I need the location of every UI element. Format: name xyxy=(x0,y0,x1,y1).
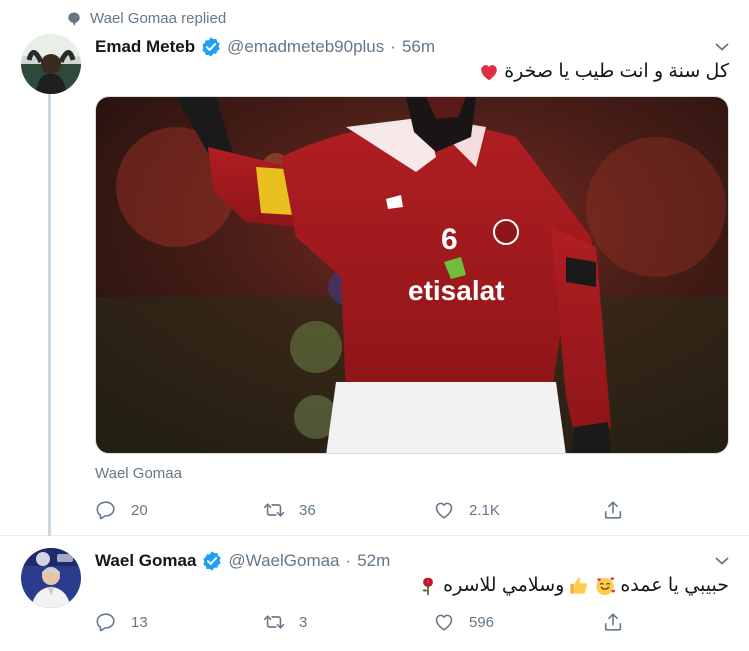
share-button[interactable] xyxy=(602,499,624,521)
player-photo: 6 etisalat xyxy=(96,97,728,453)
tweet-header: Wael Gomaa @WaelGomaa · 52m xyxy=(95,550,390,572)
retweet-icon xyxy=(263,503,285,517)
jersey-number: 6 xyxy=(441,223,458,256)
reply-count: 20 xyxy=(131,501,148,519)
chevron-down-icon[interactable] xyxy=(713,552,731,570)
reply-button[interactable]: 20 xyxy=(95,499,148,521)
display-name[interactable]: Wael Gomaa xyxy=(95,551,196,571)
timestamp[interactable]: 56m xyxy=(402,37,435,57)
retweet-count: 3 xyxy=(299,613,308,631)
retweet-icon xyxy=(263,615,285,629)
heart-outline-icon xyxy=(435,502,453,519)
like-count: 596 xyxy=(469,613,495,631)
tweet-actions: 20 36 2.1K xyxy=(95,499,635,523)
verified-badge-icon xyxy=(203,551,222,571)
tweet-emad-meteb[interactable]: Wael Gomaa replied Emad Meteb @emadmeteb… xyxy=(0,0,749,542)
tweet-text: حبيبي يا عمده وسلامي للاسره xyxy=(417,574,729,597)
retweet-button[interactable]: 3 xyxy=(263,611,307,633)
like-button[interactable]: 596 xyxy=(433,611,494,633)
separator-dot: · xyxy=(390,37,396,56)
reply-button[interactable]: 13 xyxy=(95,611,148,633)
tweet-wael-gomaa[interactable]: Wael Gomaa @WaelGomaa · 52m حبيبي يا عمد… xyxy=(0,536,749,651)
thread-connector xyxy=(48,94,51,542)
tweet-header: Emad Meteb @emadmeteb90plus · 56m xyxy=(95,36,435,58)
reply-icon xyxy=(96,613,115,632)
rose-icon xyxy=(422,577,433,595)
tweet-text-content-2: وسلامي للاسره xyxy=(443,575,565,596)
smiling-face-with-hearts-icon xyxy=(596,576,616,595)
tweet-media-photo[interactable]: 6 etisalat xyxy=(95,96,729,454)
share-icon xyxy=(604,613,622,631)
tweet-text-content: كل سنة و انت طيب يا صخرة xyxy=(504,61,729,82)
social-context[interactable]: Wael Gomaa replied xyxy=(66,10,226,27)
separator-dot: · xyxy=(345,551,352,570)
share-icon xyxy=(604,501,622,519)
avatar-emad-meteb[interactable] xyxy=(21,34,81,94)
share-button[interactable] xyxy=(602,611,624,633)
chevron-down-icon[interactable] xyxy=(713,38,731,56)
avatar-image xyxy=(21,34,81,94)
thumbs-up-icon xyxy=(570,577,588,594)
like-button[interactable]: 2.1K xyxy=(433,499,500,521)
retweet-count: 36 xyxy=(299,501,316,519)
heart-outline-icon xyxy=(435,614,453,631)
sponsor-logo-text: etisalat xyxy=(408,275,505,306)
avatar-image xyxy=(21,548,81,608)
tweet-actions: 13 3 596 xyxy=(95,611,635,635)
reply-count: 13 xyxy=(131,613,148,631)
timeline: Wael Gomaa replied Emad Meteb @emadmeteb… xyxy=(0,0,749,651)
red-heart-icon xyxy=(481,64,498,80)
retweet-button[interactable]: 36 xyxy=(263,499,316,521)
reply-icon xyxy=(96,501,115,520)
like-count: 2.1K xyxy=(469,501,500,519)
media-credit[interactable]: Wael Gomaa xyxy=(95,465,182,482)
timestamp[interactable]: 52m xyxy=(357,551,390,571)
display-name[interactable]: Emad Meteb xyxy=(95,37,195,57)
social-context-text: Wael Gomaa replied xyxy=(90,10,227,27)
verified-badge-icon xyxy=(202,37,220,57)
comment-bubble-icon xyxy=(68,12,80,26)
avatar-wael-gomaa[interactable] xyxy=(21,548,81,608)
handle[interactable]: @WaelGomaa xyxy=(228,551,339,571)
tweet-text-content: حبيبي يا عمده xyxy=(620,575,729,596)
handle[interactable]: @emadmeteb90plus xyxy=(227,37,384,57)
tweet-text: كل سنة و انت طيب يا صخرة xyxy=(478,60,729,83)
